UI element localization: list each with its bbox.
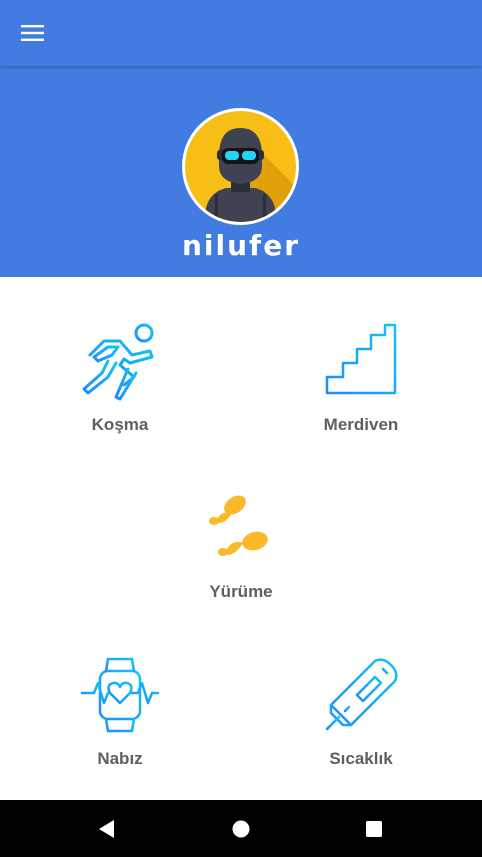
activity-temperature[interactable]: Sıcaklık: [261, 655, 461, 795]
home-icon: [232, 820, 250, 838]
activity-label: Merdiven: [323, 415, 399, 434]
running-icon: [82, 323, 154, 401]
hamburger-menu-icon: [21, 25, 44, 41]
activity-label: Nabız: [97, 749, 143, 768]
home-button[interactable]: [224, 812, 258, 846]
system-navigation-bar: [0, 800, 482, 857]
activity-label: Sıcaklık: [329, 749, 393, 768]
back-icon: [99, 820, 114, 838]
app-toolbar: [0, 0, 482, 66]
activity-stairs[interactable]: Merdiven: [261, 321, 461, 461]
avatar[interactable]: [182, 108, 299, 225]
recents-icon: [366, 821, 382, 837]
heart-rate-watch-icon: [80, 657, 160, 733]
activity-grid: Koşma Merdiven Yürüme Nabız Sıcaklık: [0, 277, 482, 800]
username: nilufer: [181, 229, 301, 262]
stairs-icon: [325, 323, 397, 395]
footprints-icon: [209, 495, 268, 556]
activity-pulse[interactable]: Nabız: [20, 655, 220, 795]
back-button[interactable]: [90, 812, 124, 846]
activity-label: Yürüme: [209, 582, 273, 601]
activity-walking[interactable]: Yürüme: [141, 487, 341, 627]
activity-label: Koşma: [91, 415, 149, 434]
profile-header: nilufer: [0, 66, 482, 277]
activity-running[interactable]: Koşma: [20, 321, 220, 461]
thermometer-icon: [325, 658, 398, 731]
menu-button[interactable]: [14, 16, 52, 50]
recents-button[interactable]: [357, 812, 391, 846]
masked-person-avatar-icon: [182, 108, 299, 225]
